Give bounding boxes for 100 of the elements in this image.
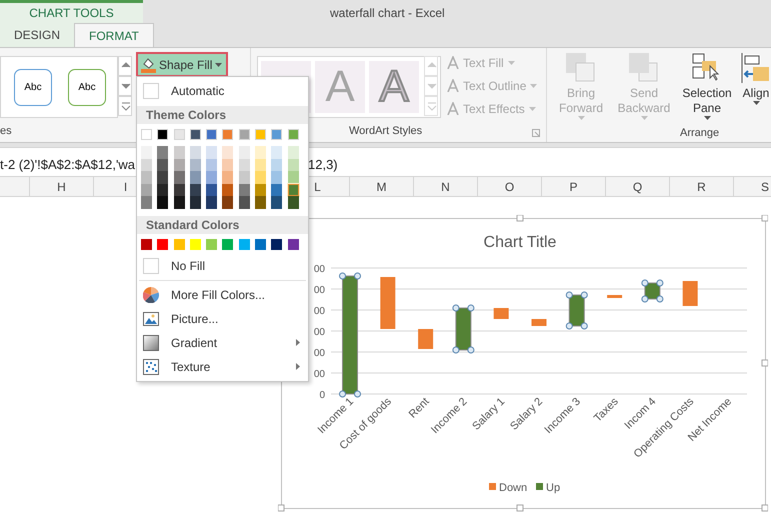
color-swatch[interactable]	[174, 129, 185, 140]
color-swatch[interactable]	[157, 238, 168, 250]
waterfall-bar[interactable]	[418, 329, 434, 349]
column-header[interactable]: M	[350, 177, 414, 196]
color-swatch[interactable]	[238, 158, 250, 172]
color-swatch[interactable]	[157, 171, 168, 184]
color-swatch[interactable]	[190, 158, 201, 172]
color-swatch[interactable]	[255, 146, 266, 159]
more-button[interactable]	[118, 96, 132, 116]
waterfall-bar[interactable]	[380, 277, 396, 329]
color-swatch[interactable]	[141, 158, 152, 172]
color-swatch[interactable]	[174, 171, 185, 184]
color-swatch[interactable]	[271, 158, 282, 172]
menu-item[interactable]: More Fill Colors...	[137, 282, 308, 307]
ribbon-tab[interactable]: DESIGN	[0, 23, 74, 47]
color-swatch[interactable]	[288, 129, 299, 140]
color-swatch[interactable]	[174, 146, 185, 159]
waterfall-bar[interactable]	[641, 280, 664, 302]
menu-item[interactable]: Gradient	[137, 330, 308, 355]
color-swatch[interactable]	[174, 238, 185, 250]
color-swatch[interactable]	[222, 158, 234, 172]
more-button[interactable]	[424, 96, 438, 116]
color-swatch[interactable]	[238, 184, 250, 196]
color-swatch[interactable]	[255, 129, 266, 140]
color-swatch[interactable]	[222, 146, 234, 159]
shape-fill-button[interactable]: Shape Fill	[136, 52, 228, 77]
menu-item[interactable]: Texture	[137, 354, 308, 379]
color-swatch[interactable]	[157, 196, 168, 209]
color-swatch[interactable]	[157, 158, 168, 172]
shape-style-sample[interactable]: Abc	[14, 68, 52, 106]
menu-item[interactable]: No Fill	[137, 254, 308, 278]
resize-handle[interactable]	[762, 360, 768, 366]
color-swatch[interactable]	[206, 129, 218, 140]
color-swatch[interactable]	[222, 238, 234, 250]
color-swatch[interactable]	[222, 171, 234, 184]
color-swatch[interactable]	[288, 171, 299, 184]
color-swatch[interactable]	[174, 158, 185, 172]
color-swatch[interactable]	[206, 171, 218, 184]
resize-handle[interactable]	[516, 215, 524, 222]
column-header[interactable]: O	[478, 177, 542, 196]
ribbon-tab[interactable]: FORMAT	[74, 23, 154, 47]
color-swatch[interactable]	[157, 184, 168, 196]
color-swatch[interactable]	[190, 196, 201, 209]
color-swatch[interactable]	[288, 238, 299, 250]
color-swatch[interactable]	[288, 158, 299, 172]
color-swatch[interactable]	[174, 184, 185, 196]
color-swatch[interactable]	[222, 184, 234, 196]
waterfall-bar[interactable]	[452, 304, 474, 354]
column-header[interactable]: P	[542, 177, 606, 196]
color-swatch[interactable]	[255, 238, 266, 250]
menu-item[interactable]: Picture...	[137, 306, 308, 331]
chart-area[interactable]	[281, 218, 766, 509]
scroll-down-button[interactable]	[118, 76, 132, 96]
resize-handle[interactable]	[516, 504, 524, 512]
color-swatch[interactable]	[255, 158, 266, 172]
color-swatch[interactable]	[238, 238, 250, 250]
color-swatch[interactable]	[141, 238, 152, 250]
scroll-up-button[interactable]	[424, 56, 438, 76]
color-swatch[interactable]	[288, 196, 299, 209]
color-swatch[interactable]	[190, 171, 201, 184]
column-header[interactable]: Q	[606, 177, 670, 196]
color-swatch[interactable]	[206, 184, 218, 196]
waterfall-bar[interactable]	[566, 292, 588, 330]
shape-style-sample[interactable]: Abc	[68, 68, 106, 106]
color-swatch[interactable]	[141, 196, 152, 209]
waterfall-bar[interactable]	[682, 281, 698, 306]
color-swatch[interactable]	[174, 196, 185, 209]
color-swatch[interactable]	[222, 196, 234, 209]
color-swatch[interactable]	[238, 146, 250, 159]
arrange-button[interactable]: Align	[739, 53, 771, 120]
resize-handle[interactable]	[762, 215, 768, 222]
column-header[interactable]: S	[734, 177, 771, 196]
column-header[interactable]: N	[414, 177, 478, 196]
color-swatch[interactable]	[271, 171, 282, 184]
color-swatch[interactable]	[288, 184, 299, 196]
scroll-up-button[interactable]	[118, 56, 132, 76]
color-swatch[interactable]	[271, 184, 282, 196]
color-swatch[interactable]	[190, 129, 201, 140]
color-swatch[interactable]	[238, 171, 250, 184]
color-swatch[interactable]	[141, 146, 152, 159]
color-swatch[interactable]	[288, 146, 299, 159]
color-swatch[interactable]	[271, 129, 282, 140]
color-swatch[interactable]	[271, 238, 282, 250]
color-swatch[interactable]	[206, 196, 218, 209]
color-swatch[interactable]	[255, 184, 266, 196]
arrange-button[interactable]: Selection Pane	[679, 53, 735, 120]
color-swatch[interactable]	[206, 238, 218, 250]
color-swatch[interactable]	[190, 146, 201, 159]
color-swatch[interactable]	[141, 184, 152, 196]
color-swatch[interactable]	[141, 129, 152, 140]
color-swatch[interactable]	[255, 171, 266, 184]
color-swatch[interactable]	[271, 196, 282, 209]
color-swatch[interactable]	[271, 146, 282, 159]
color-swatch[interactable]	[255, 196, 266, 209]
color-swatch[interactable]	[222, 129, 234, 140]
column-header[interactable]: R	[670, 177, 734, 196]
color-swatch[interactable]	[238, 196, 250, 209]
color-swatch[interactable]	[206, 158, 218, 172]
waterfall-bar[interactable]	[339, 272, 361, 398]
color-swatch[interactable]	[141, 171, 152, 184]
